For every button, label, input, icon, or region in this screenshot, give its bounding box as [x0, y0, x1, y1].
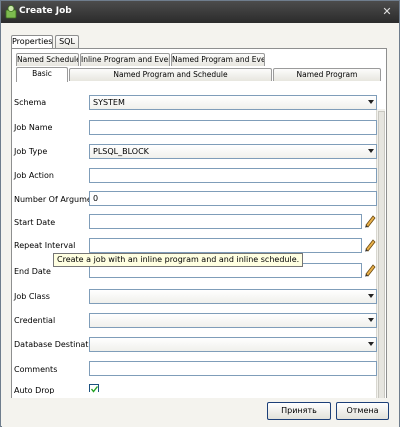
end-date-label: End Date: [14, 267, 51, 276]
chevron-down-icon: [368, 100, 374, 104]
close-icon[interactable]: ✕: [380, 5, 394, 19]
chevron-down-icon: [368, 294, 374, 298]
chevron-down-icon: [368, 318, 374, 322]
pencil-icon[interactable]: [363, 263, 377, 277]
title-bar[interactable]: Create Job ✕: [1, 1, 399, 23]
schema-value: SYSTEM: [93, 98, 125, 107]
window-title: Create Job: [19, 6, 72, 16]
job-name-label: Job Name: [14, 123, 53, 132]
job-icon: [5, 5, 17, 19]
schema-select[interactable]: SYSTEM: [89, 95, 377, 110]
pencil-icon[interactable]: [363, 238, 377, 252]
db-destination-select[interactable]: [89, 337, 377, 352]
job-class-label: Job Class: [14, 292, 50, 301]
create-job-dialog: Create Job ✕ Properties SQL Named Schedu…: [0, 0, 400, 427]
credential-label: Credential: [14, 316, 56, 325]
start-date-label: Start Date: [14, 218, 56, 227]
job-action-input[interactable]: [89, 168, 377, 183]
tooltip: Create a job with an inline program and …: [53, 253, 304, 267]
tab-named-schedule[interactable]: Named Schedule: [16, 53, 79, 66]
vertical-scrollbar[interactable]: [376, 109, 385, 419]
pencil-icon[interactable]: [363, 214, 377, 228]
job-action-label: Job Action: [14, 171, 54, 180]
job-type-label: Job Type: [14, 147, 48, 156]
cancel-button[interactable]: Отмена: [336, 402, 389, 420]
chevron-down-icon: [368, 149, 374, 153]
chevron-down-icon: [368, 342, 374, 346]
repeat-interval-label: Repeat Interval: [14, 241, 76, 250]
job-class-select[interactable]: [89, 289, 377, 304]
checkmark-icon: [90, 386, 99, 393]
ok-button[interactable]: Принять: [267, 402, 331, 420]
job-type-select[interactable]: PLSQL_BLOCK: [89, 144, 377, 159]
db-destination-label: Database Destination: [14, 340, 101, 349]
schema-label: Schema: [14, 98, 47, 107]
credential-select[interactable]: [89, 313, 377, 328]
scrollbar-thumb[interactable]: [378, 111, 385, 411]
tab-sql[interactable]: SQL: [55, 35, 79, 49]
start-date-input[interactable]: [89, 214, 362, 229]
auto-drop-checkbox[interactable]: [89, 384, 99, 393]
comments-input[interactable]: [89, 361, 377, 376]
auto-drop-label: Auto Drop: [14, 386, 55, 394]
repeat-interval-input[interactable]: [89, 238, 362, 253]
tab-inline-program-and-event[interactable]: Inline Program and Event: [80, 53, 170, 66]
tab-named-program-and-event[interactable]: Named Program and Event: [171, 53, 265, 66]
num-args-input[interactable]: 0: [89, 191, 377, 206]
job-name-input[interactable]: [89, 120, 377, 135]
job-type-value: PLSQL_BLOCK: [93, 147, 149, 156]
comments-label: Comments: [14, 365, 58, 374]
